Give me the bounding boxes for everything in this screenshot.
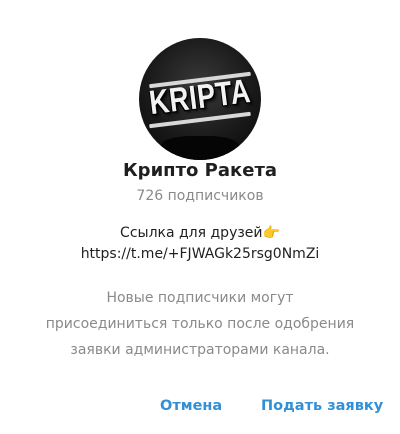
channel-title: Крипто Ракета: [122, 160, 278, 181]
submit-request-button[interactable]: Подать заявку: [261, 398, 383, 414]
avatar-silhouette: [161, 136, 239, 160]
channel-description-line: Ссылка для друзей👉: [120, 225, 280, 241]
cancel-button[interactable]: Отмена: [160, 398, 222, 414]
approval-notice-line: присоединиться только после одобрения: [45, 316, 355, 332]
approval-notice-line: Новые подписчики могут: [106, 290, 294, 306]
channel-invite-link[interactable]: https://t.me/+FJWAGk25rsg0NmZi: [0, 246, 400, 262]
join-request-dialog: KRIPTA Крипто Ракета 726 подписчиков Ссы…: [0, 0, 400, 434]
approval-notice-line: заявки администраторами канала.: [70, 342, 330, 358]
channel-avatar: KRIPTA: [139, 38, 261, 160]
subscriber-count: 726 подписчиков: [136, 188, 264, 204]
